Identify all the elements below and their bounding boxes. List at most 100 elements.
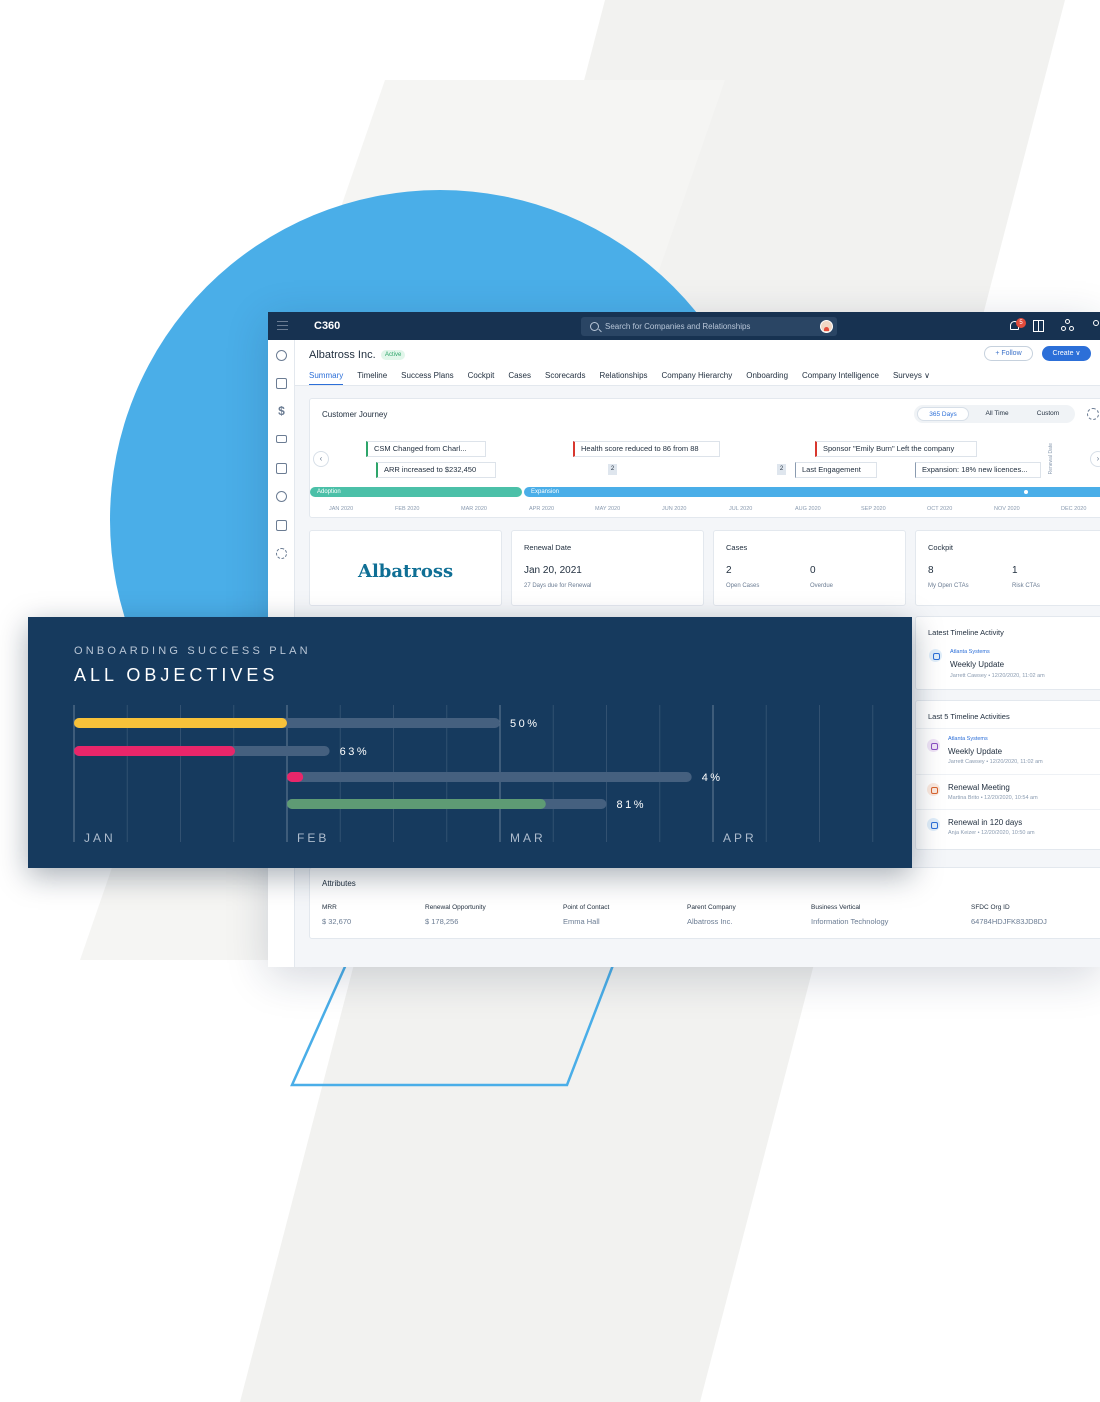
notification-badge: 5 [1016,318,1026,328]
search-nav-icon[interactable] [276,350,287,361]
scroll-right-button[interactable]: › [1090,451,1100,467]
gear-icon[interactable] [1087,408,1099,420]
renewal-sub: 27 Days due for Renewal [524,583,592,589]
month-tick-label: MAR [510,831,546,845]
create-button[interactable]: Create ∨ [1042,346,1091,361]
settings-icon[interactable] [276,548,287,559]
journey-event[interactable]: Last Engagement [795,462,877,478]
activity-company[interactable]: Atlanta Systems [948,736,988,742]
tab-company-intelligence[interactable]: Company Intelligence [802,371,879,385]
objective-progress-bar[interactable] [287,799,546,809]
people-icon[interactable] [1061,319,1075,333]
month-tick-label: APR [723,831,757,845]
menu-icon[interactable] [277,321,288,332]
tab-summary[interactable]: Summary [309,371,344,385]
attr-value: $ 32,670 [322,917,352,926]
range-custom[interactable]: Custom [1024,407,1072,421]
month-label: JUN 2020 [662,506,687,512]
objective-progress-bar[interactable] [287,772,304,782]
range-all-time[interactable]: All Time [972,407,1022,421]
activity-name[interactable]: Weekly Update [950,660,1004,669]
panel-title: ALL OBJECTIVES [74,665,279,685]
status-badge: Active [381,350,406,360]
user-avatar[interactable] [820,320,833,333]
divider [916,774,1100,775]
month-label: JUL 2020 [729,506,753,512]
open-cases-value[interactable]: 2 [726,565,732,576]
albatross-logo: Albatross [358,561,454,582]
hierarchy-icon[interactable] [276,491,287,502]
objective-progress-bar[interactable] [74,718,287,728]
risk-ctas-label: Risk CTAs [1012,583,1040,589]
list-icon[interactable] [276,435,287,443]
objective-track[interactable] [287,772,692,782]
search-input[interactable]: Search for Companies and Relationships [581,317,837,336]
divider [916,809,1100,810]
phase-adoption[interactable]: Adoption [310,487,522,497]
dashboard-icon[interactable] [276,463,287,474]
book-icon[interactable] [1033,320,1044,332]
range-365-days[interactable]: 365 Days [917,407,969,421]
month-label: FEB 2020 [395,506,420,512]
journey-event[interactable]: CSM Changed from Charl... [366,441,486,457]
bell-icon[interactable]: 5 [1008,318,1026,333]
cockpit-title: Cockpit [928,543,954,552]
tab-relationships[interactable]: Relationships [599,371,647,385]
attr-label: SFDC Org ID [971,904,1010,911]
dollar-icon[interactable]: $ [276,405,287,417]
attr-label: Point of Contact [563,904,610,911]
month-tick-label: JAN [84,831,116,845]
tab-cases[interactable]: Cases [508,371,531,385]
follow-button[interactable]: + Follow [984,346,1033,361]
tab-company-hierarchy[interactable]: Company Hierarchy [662,371,733,385]
attributes-card: Attributes MRR $ 32,670 Renewal Opportun… [309,867,1100,939]
scroll-left-button[interactable]: ‹ [313,451,329,467]
objective-percent-label: 81% [617,799,647,811]
cases-card: Cases 2 Open Cases 0 Overdue [713,530,906,606]
phone-icon [929,649,942,662]
home-icon[interactable] [276,378,287,389]
attr-value: Albatross Inc. [687,917,733,926]
objective-percent-label: 50% [510,718,540,730]
month-label: SEP 2020 [861,506,886,512]
activity-company[interactable]: Atlanta Systems [950,649,990,655]
objectives-panel: JAN FEB MAR APR 50% 63% 4% 81% ONBOARDING SUCCE… [28,617,912,868]
journey-event[interactable]: Sponsor "Emily Burn" Left the company [815,441,977,457]
phone-icon [927,818,940,831]
tab-cockpit[interactable]: Cockpit [468,371,495,385]
attr-label: Renewal Opportunity [425,904,486,911]
overdue-value[interactable]: 0 [810,565,816,576]
range-selector: 365 Days All Time Custom [914,405,1075,423]
activity-name[interactable]: Weekly Update [948,747,1002,756]
tab-scorecards[interactable]: Scorecards [545,371,585,385]
month-label: NOV 2020 [994,506,1020,512]
clipboard-icon[interactable] [276,520,287,531]
objective-percent-label: 4% [702,772,723,784]
activity-meta: Anja Keizer • 12/20/2020, 10:50 am [948,830,1035,836]
month-label: APR 2020 [529,506,555,512]
attr-label: MRR [322,904,337,911]
cases-title: Cases [726,543,748,552]
open-ctas-value[interactable]: 8 [928,565,934,576]
activity-name[interactable]: Renewal in 120 days [948,818,1022,827]
journey-event[interactable]: Expansion: 18% new licences... [915,462,1041,478]
panel-subtitle: ONBOARDING SUCCESS PLAN [74,645,311,657]
tab-surveys[interactable]: Surveys ∨ [893,371,930,385]
objective-progress-bar[interactable] [74,746,236,756]
month-label: JAN 2020 [329,506,354,512]
risk-ctas-value[interactable]: 1 [1012,565,1018,576]
tab-timeline[interactable]: Timeline [357,371,387,385]
journey-event[interactable]: Health score reduced to 86 from 88 [573,441,720,457]
activity-name[interactable]: Renewal Meeting [948,783,1010,792]
activity-meta: Jarrett Cawsey • 12/20/2020, 11:02 am [948,759,1043,765]
attr-label: Business Vertical [811,904,861,911]
tab-success-plans[interactable]: Success Plans [401,371,453,385]
journey-event[interactable]: ARR increased to $232,450 [376,462,496,478]
tab-onboarding[interactable]: Onboarding [746,371,788,385]
phase-expansion[interactable]: Expansion [524,487,1100,497]
company-logo-card: Albatross [309,530,502,606]
event-count-chip[interactable]: 2 [608,464,617,475]
profile-icon[interactable] [1092,319,1100,333]
month-tick-label: FEB [297,831,329,845]
event-count-chip[interactable]: 2 [777,464,786,475]
